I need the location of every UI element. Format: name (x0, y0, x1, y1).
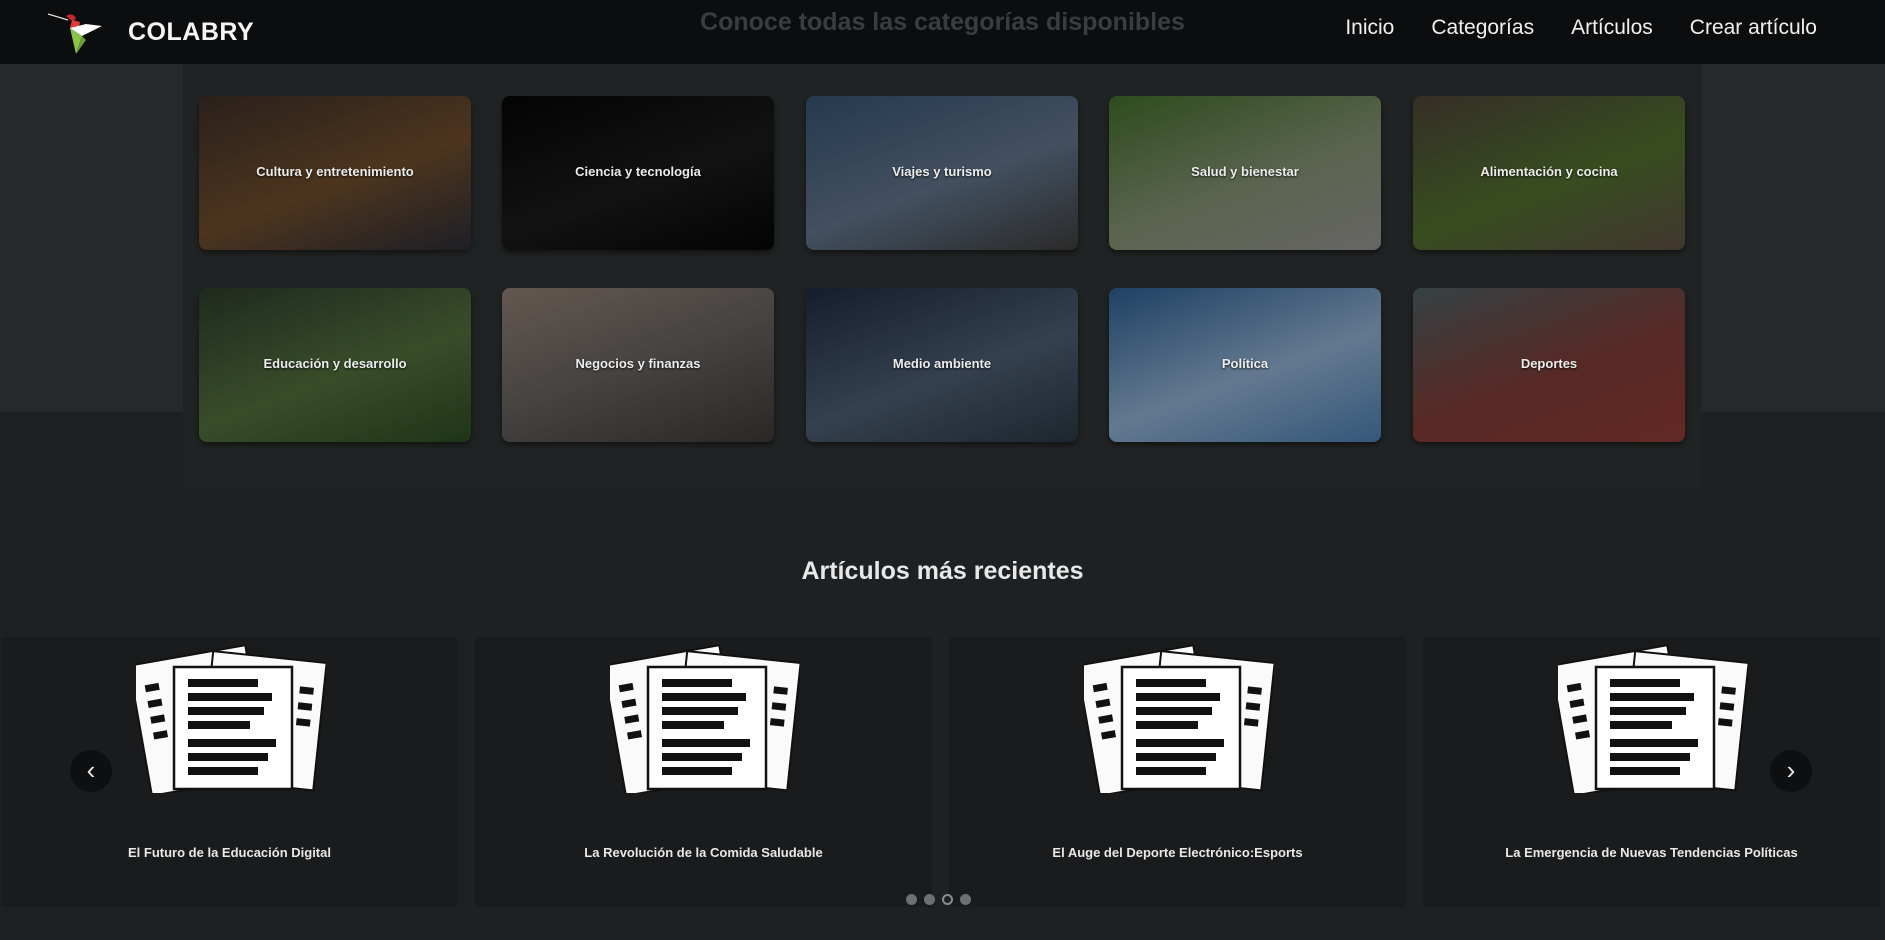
category-label: Alimentación y cocina (1480, 164, 1618, 179)
article-title: El Futuro de la Educación Digital (128, 845, 331, 860)
document-stack-icon (1558, 644, 1748, 793)
carousel-dot[interactable] (924, 894, 935, 905)
category-card[interactable]: Política (1109, 288, 1381, 442)
carousel-next-button[interactable]: › (1770, 750, 1812, 792)
category-card[interactable]: Deportes (1413, 288, 1685, 442)
category-label: Deportes (1520, 356, 1578, 371)
category-label: Cultura y entretenimiento (256, 164, 414, 179)
category-card[interactable]: Cultura y entretenimiento (199, 96, 471, 250)
categories-heading: Conoce todas las categorías disponibles (700, 8, 1185, 36)
category-label: Educación y desarrollo (263, 356, 407, 371)
document-stack-icon (610, 644, 800, 793)
category-card[interactable]: Viajes y turismo (806, 96, 1078, 250)
carousel-prev-button[interactable]: ‹ (70, 750, 112, 792)
article-title: La Revolución de la Comida Saludable (584, 845, 823, 860)
article-title: La Emergencia de Nuevas Tendencias Polít… (1505, 845, 1798, 860)
category-card[interactable]: Salud y bienestar (1109, 96, 1381, 250)
article-card[interactable]: El Auge del Deporte Electrónico:Esports (949, 637, 1406, 907)
article-title: El Auge del Deporte Electrónico:Esports (1052, 845, 1303, 860)
carousel-indicators (906, 894, 971, 905)
document-stack-icon (1084, 644, 1274, 793)
category-label: Salud y bienestar (1191, 164, 1299, 179)
category-label: Negocios y finanzas (575, 356, 701, 371)
category-label: Ciencia y tecnología (575, 164, 701, 179)
category-card[interactable]: Medio ambiente (806, 288, 1078, 442)
category-label: Medio ambiente (892, 356, 992, 371)
category-label: Política (1221, 356, 1269, 371)
document-stack-icon (136, 644, 326, 793)
category-card[interactable]: Educación y desarrollo (199, 288, 471, 442)
category-card[interactable]: Ciencia y tecnología (502, 96, 774, 250)
category-label: Viajes y turismo (892, 164, 992, 179)
recent-articles-heading: Artículos más recientes (801, 557, 1084, 585)
carousel-dot[interactable] (960, 894, 971, 905)
carousel-dot[interactable] (906, 894, 917, 905)
carousel-dot[interactable] (942, 894, 953, 905)
category-card[interactable]: Alimentación y cocina (1413, 96, 1685, 250)
article-card[interactable]: La Revolución de la Comida Saludable (475, 637, 932, 907)
category-card[interactable]: Negocios y finanzas (502, 288, 774, 442)
